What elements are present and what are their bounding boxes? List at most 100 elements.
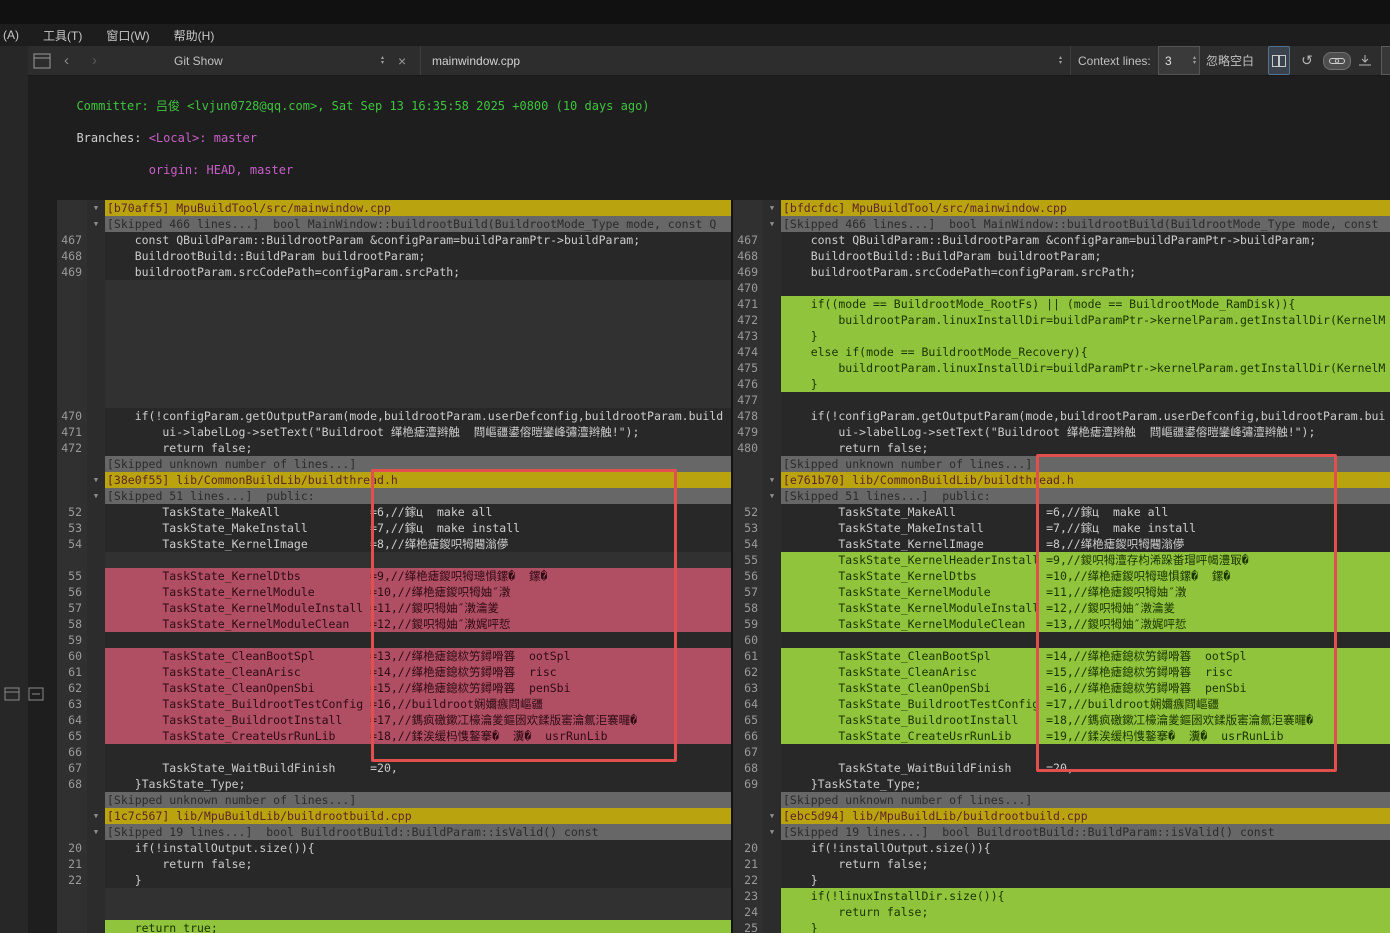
diff-code-row[interactable]: 480 return false; [733, 440, 1390, 456]
diff-file-header[interactable]: ▼[ebc5d94] lib/MpuBuildLib/buildrootbuil… [733, 808, 1390, 824]
diff-added-row[interactable]: 25 } [733, 920, 1390, 933]
diff-code-row[interactable]: 469 buildrootParam.srcCodePath=configPar… [733, 264, 1390, 280]
diff-added-row[interactable]: 475 buildrootParam.linuxInstallDir=build… [733, 360, 1390, 376]
diff-removed-row[interactable]: 60 TaskState_CleanBootSpl =13,//缂栬瘧鎴栨竻鐞嗗… [57, 648, 731, 664]
diff-code-row[interactable]: 53 TaskState_MakeInstall =7,//鎵ц make in… [57, 520, 731, 536]
diff-removed-row[interactable]: 58 TaskState_KernelModuleClean =12,//鍐呮牳… [57, 616, 731, 632]
diff-skipped-row[interactable]: ▼[Skipped 51 lines...] public: [733, 488, 1390, 504]
close-diff-icon[interactable]: × [398, 46, 406, 75]
view-selector-combobox[interactable]: Git Show ▴▾ [166, 46, 390, 75]
side-by-side-diff-icon[interactable] [1268, 46, 1290, 75]
diff-code-row[interactable]: 478 if(!configParam.getOutputParam(mode,… [733, 408, 1390, 424]
menu-item-help[interactable]: 帮助(H) [174, 27, 215, 44]
diff-added-row[interactable]: 61 TaskState_CleanBootSpl =14,//缂栬瘧鎴栨竻鐞嗗… [733, 648, 1390, 664]
link-with-editor-icon[interactable] [1323, 52, 1351, 70]
ignore-whitespace-toggle[interactable]: 忽略空白 [1206, 46, 1254, 75]
diff-empty-row[interactable]: 470 [733, 280, 1390, 296]
file-selector-combobox[interactable]: mainwindow.cpp ▴▾ [424, 46, 1068, 75]
diff-removed-row[interactable]: 65 TaskState_CreateUsrRunLib =18,//鍒涘缓杩愯… [57, 728, 731, 744]
diff-skipped-row[interactable]: [Skipped unknown number of lines...] [733, 456, 1390, 472]
fold-marker-icon[interactable]: ▼ [87, 200, 105, 216]
diff-code-row[interactable]: 22 } [733, 872, 1390, 888]
diff-file-header[interactable]: ▼[38e0f55] lib/CommonBuildLib/buildthrea… [57, 472, 731, 488]
menu-item-window[interactable]: 窗口(W) [106, 27, 149, 44]
back-icon[interactable]: ‹ [64, 46, 69, 75]
diff-added-row[interactable]: 471 if((mode == BuildrootMode_RootFs) ||… [733, 296, 1390, 312]
diff-added-row[interactable]: 55 TaskState_KernelHeaderInstall =9,//鍐呮… [733, 552, 1390, 568]
diff-code-row[interactable]: 21 return false; [733, 856, 1390, 872]
diff-skipped-row[interactable]: ▼[Skipped 466 lines...] bool MainWindow:… [57, 216, 731, 232]
diff-added-row[interactable]: 59 TaskState_KernelModuleClean =13,//鍐呮牳… [733, 616, 1390, 632]
diff-added-row[interactable]: 24 return false; [733, 904, 1390, 920]
menu-item-tools[interactable]: 工具(T) [43, 27, 82, 44]
diff-skipped-row[interactable]: ▼[Skipped 19 lines...] bool BuildrootBui… [733, 824, 1390, 840]
diff-code-row[interactable]: 467 const QBuildParam::BuildrootParam &c… [57, 232, 731, 248]
diff-code-row[interactable]: 468 BuildrootBuild::BuildParam buildroot… [733, 248, 1390, 264]
diff-code-row[interactable]: 54 TaskState_KernelImage =8,//缂栬瘧鍐呮牳闀滃儚 [57, 536, 731, 552]
fold-marker-icon[interactable]: ▼ [87, 488, 105, 504]
diff-code-row[interactable]: 54 TaskState_KernelImage =8,//缂栬瘧鍐呮牳闀滃儚 [733, 536, 1390, 552]
diff-skipped-row[interactable]: ▼[Skipped 51 lines...] public: [57, 488, 731, 504]
diff-added-row[interactable]: 472 buildrootParam.linuxInstallDir=build… [733, 312, 1390, 328]
diff-added-row[interactable]: 56 TaskState_KernelDtbs =10,//缂栬瘧鍐呮牳璁惧鏍�… [733, 568, 1390, 584]
diff-code-row[interactable]: 67 TaskState_WaitBuildFinish =20, [57, 760, 731, 776]
fold-marker-icon[interactable]: ▼ [87, 808, 105, 824]
context-lines-stepper[interactable]: 3 ▴▾ [1158, 46, 1200, 75]
diff-code-row[interactable]: 68 TaskState_WaitBuildFinish =20, [733, 760, 1390, 776]
diff-code-row[interactable]: 468 BuildrootBuild::BuildParam buildroot… [57, 248, 731, 264]
diff-empty-row[interactable]: 66 [57, 744, 731, 760]
diff-removed-row[interactable]: 55 TaskState_KernelDtbs =9,//缂栬瘧鍐呮牳璁惧鏍� … [57, 568, 731, 584]
forward-icon[interactable]: › [92, 46, 97, 75]
diff-code-row[interactable]: 68 }TaskState_Type; [57, 776, 731, 792]
fold-marker-icon[interactable]: ▼ [763, 808, 781, 824]
diff-added-row[interactable]: 65 TaskState_BuildrootInstall =18,//鎷疯礉鏉… [733, 712, 1390, 728]
diff-added-row[interactable]: 474 else if(mode == BuildrootMode_Recove… [733, 344, 1390, 360]
diff-added-row[interactable]: 66 TaskState_CreateUsrRunLib =19,//鍒涘缓杩愯… [733, 728, 1390, 744]
fold-marker-icon[interactable]: ▼ [763, 200, 781, 216]
diff-added-row[interactable]: 57 TaskState_KernelModule =11,//缂栬瘧鍐呮牳妯″… [733, 584, 1390, 600]
diff-code-row[interactable]: 53 TaskState_MakeInstall =7,//鎵ц make in… [733, 520, 1390, 536]
diff-code-row[interactable]: 469 buildrootParam.srcCodePath=configPar… [57, 264, 731, 280]
diff-code-row[interactable]: 22 } [57, 872, 731, 888]
fold-marker-icon[interactable]: ▼ [87, 216, 105, 232]
diff-removed-row[interactable]: 56 TaskState_KernelModule =10,//缂栬瘧鍐呮牳妯″… [57, 584, 731, 600]
fold-marker-icon[interactable]: ▼ [763, 488, 781, 504]
diff-file-header[interactable]: ▼[1c7c567] lib/MpuBuildLib/buildrootbuil… [57, 808, 731, 824]
fold-marker-icon[interactable]: ▼ [763, 472, 781, 488]
diff-removed-row[interactable]: 62 TaskState_CleanOpenSbi =15,//缂栬瘧鎴栨竻鐞嗗… [57, 680, 731, 696]
diff-code-row[interactable]: 20 if(!installOutput.size()){ [733, 840, 1390, 856]
diff-added-row[interactable]: 58 TaskState_KernelModuleInstall =12,//鍐… [733, 600, 1390, 616]
diff-file-header[interactable]: ▼[b70aff5] MpuBuildTool/src/mainwindow.c… [57, 200, 731, 216]
diff-added-row[interactable]: 63 TaskState_CleanOpenSbi =16,//缂栬瘧鎴栨竻鐞嗗… [733, 680, 1390, 696]
diff-removed-row[interactable]: 57 TaskState_KernelModuleInstall =11,//鍐… [57, 600, 731, 616]
diff-removed-row[interactable]: 63 TaskState_BuildrootTestConfig =16,//b… [57, 696, 731, 712]
fold-marker-icon[interactable]: ▼ [87, 472, 105, 488]
diff-empty-row[interactable]: 477 [733, 392, 1390, 408]
diff-skipped-row[interactable]: ▼[Skipped 466 lines...] bool MainWindow:… [733, 216, 1390, 232]
diff-code-row[interactable]: 479 ui->labelLog->setText("Buildroot 缂栬瘧… [733, 424, 1390, 440]
diff-added-row[interactable]: 23 if(!linuxInstallDir.size()){ [733, 888, 1390, 904]
diff-added-row[interactable]: 62 TaskState_CleanArisc =15,//缂栬瘧鎴栨竻鐞嗗簭 … [733, 664, 1390, 680]
unfold-all-icon[interactable] [4, 687, 20, 701]
diff-skipped-row[interactable]: [Skipped unknown number of lines...] [57, 792, 731, 808]
diff-code-row[interactable]: 467 const QBuildParam::BuildrootParam &c… [733, 232, 1390, 248]
stepper-arrows-icon[interactable]: ▴▾ [1193, 56, 1196, 66]
diff-skipped-row[interactable]: ▼[Skipped 19 lines...] bool BuildrootBui… [57, 824, 731, 840]
diff-code-row[interactable]: 69 }TaskState_Type; [733, 776, 1390, 792]
documents-panel-icon[interactable] [33, 46, 51, 75]
diff-added-row[interactable]: 64 TaskState_BuildrootTestConfig =17,//b… [733, 696, 1390, 712]
diff-code-row[interactable]: 52 TaskState_MakeAll =6,//鎵ц make all [733, 504, 1390, 520]
fold-marker-icon[interactable]: ▼ [763, 824, 781, 840]
diff-code-row[interactable]: 52 TaskState_MakeAll =6,//鎵ц make all [57, 504, 731, 520]
reload-icon[interactable]: ↺ [1296, 46, 1318, 75]
diff-code-row[interactable]: 470 if(!configParam.getOutputParam(mode,… [57, 408, 731, 424]
export-diff-icon[interactable] [1354, 46, 1376, 75]
diff-code-row[interactable]: 471 ui->labelLog->setText("Buildroot 缂栬瘧… [57, 424, 731, 440]
diff-added-row[interactable]: 473 } [733, 328, 1390, 344]
diff-file-header[interactable]: ▼[bfdcfdc] MpuBuildTool/src/mainwindow.c… [733, 200, 1390, 216]
fold-marker-icon[interactable]: ▼ [87, 824, 105, 840]
diff-removed-row[interactable]: 64 TaskState_BuildrootInstall =17,//鎷疯礉鏉… [57, 712, 731, 728]
diff-empty-row[interactable]: 60 [733, 632, 1390, 648]
diff-code-row[interactable]: 20 if(!installOutput.size()){ [57, 840, 731, 856]
menu-item-analysis[interactable]: (A) [3, 28, 19, 42]
